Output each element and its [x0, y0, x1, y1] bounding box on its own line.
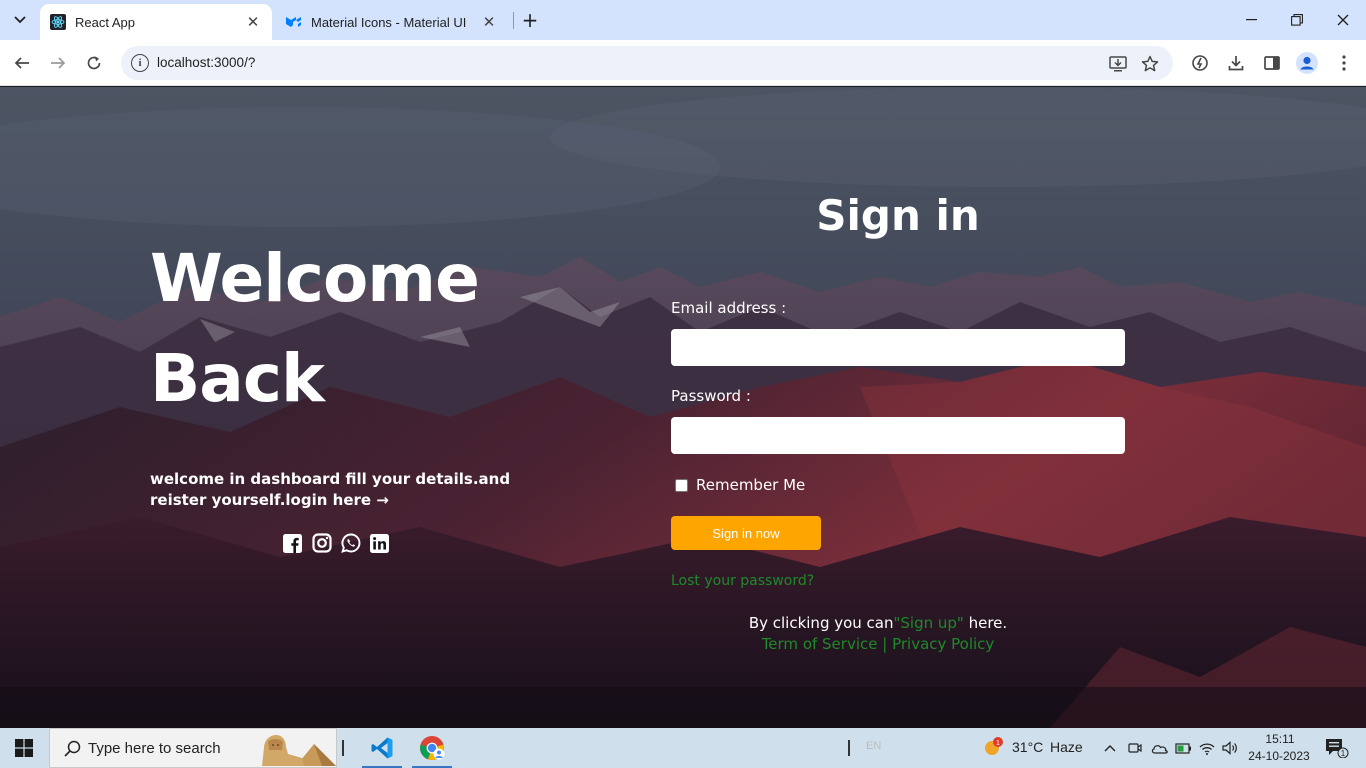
restore-button[interactable] — [1274, 0, 1320, 40]
signin-button[interactable]: Sign in now — [671, 516, 821, 550]
welcome-line-2: Back — [150, 340, 325, 417]
start-button[interactable] — [0, 728, 48, 768]
meet-now-icon[interactable] — [1125, 738, 1145, 758]
tab-separator — [513, 12, 514, 29]
legal-separator: | — [877, 635, 893, 653]
tab-strip: React App ✕ Material Icons - Material UI… — [0, 0, 1366, 40]
profile-button[interactable] — [1293, 49, 1321, 77]
taskbar-divider — [848, 740, 850, 756]
remember-label: Remember Me — [696, 476, 806, 494]
downloads-button[interactable] — [1222, 49, 1250, 77]
search-icon — [62, 738, 82, 758]
site-info-icon[interactable]: i — [131, 54, 149, 72]
weather-condition[interactable]: Haze — [1050, 739, 1083, 755]
bookmark-star-icon[interactable] — [1139, 53, 1161, 75]
clock-time[interactable]: 15:11 — [1260, 732, 1300, 746]
tab-search-button[interactable] — [8, 8, 32, 32]
restore-icon — [1291, 14, 1303, 26]
download-icon — [1228, 56, 1244, 71]
new-tab-button[interactable]: + — [518, 8, 542, 32]
close-window-button[interactable] — [1320, 0, 1366, 40]
avatar-icon — [1296, 52, 1318, 74]
mui-icon — [286, 14, 302, 30]
remember-me[interactable]: Remember Me — [675, 476, 805, 494]
signin-title: Sign in — [816, 191, 980, 240]
chevron-up-icon[interactable] — [1100, 738, 1120, 758]
onedrive-icon[interactable] — [1149, 738, 1169, 758]
weather-icon[interactable]: 1 — [982, 736, 1004, 758]
taskbar-vscode[interactable] — [358, 728, 406, 768]
welcome-heading: Welcome Back — [150, 229, 480, 429]
close-icon[interactable]: ✕ — [480, 13, 498, 31]
clock-date[interactable]: 24-10-2023 — [1246, 749, 1312, 763]
windows-icon — [15, 739, 33, 757]
battery-icon[interactable] — [1173, 738, 1193, 758]
chrome-icon — [420, 736, 445, 760]
forward-button[interactable] — [44, 49, 72, 77]
linkedin-icon[interactable] — [369, 531, 390, 555]
email-field[interactable] — [671, 329, 1125, 366]
kebab-menu-icon — [1342, 55, 1346, 71]
terms-link[interactable]: Term of Service — [762, 635, 878, 653]
password-field[interactable] — [671, 417, 1125, 454]
email-label: Email address : — [671, 299, 787, 317]
privacy-link[interactable]: Privacy Policy — [892, 635, 994, 653]
taskbar: Type here to search EN 1 31°C Haze 15:11… — [0, 728, 1366, 768]
arrow-left-icon — [14, 57, 29, 69]
notification-icon[interactable]: 1 — [1324, 738, 1350, 758]
vscode-icon — [371, 737, 393, 759]
browser-toolbar: i localhost:3000/? — [0, 40, 1366, 86]
weather-badge: 1 — [996, 740, 1000, 747]
menu-button[interactable] — [1330, 49, 1358, 77]
arrow-right-icon — [51, 57, 66, 69]
minimize-icon — [1245, 19, 1257, 21]
chevron-down-icon — [14, 16, 26, 24]
react-icon — [50, 14, 66, 30]
back-button[interactable] — [8, 49, 36, 77]
close-icon — [1337, 14, 1349, 26]
instagram-icon[interactable] — [311, 531, 332, 555]
notification-count: 1 — [1341, 749, 1346, 758]
minimize-button[interactable] — [1228, 0, 1274, 40]
welcome-subtext[interactable]: welcome in dashboard fill your details.a… — [150, 469, 550, 511]
tab-material-icons[interactable]: Material Icons - Material UI ✕ — [276, 4, 508, 40]
facebook-icon[interactable] — [282, 531, 303, 555]
address-bar[interactable]: i localhost:3000/? — [121, 46, 1173, 80]
remember-checkbox[interactable] — [675, 478, 688, 492]
tab-react-app[interactable]: React App ✕ — [40, 4, 272, 40]
lost-password-link[interactable]: Lost your password? — [671, 573, 814, 589]
install-app-icon[interactable] — [1107, 53, 1129, 75]
weather-temp[interactable]: 31°C — [1012, 739, 1043, 755]
legal-links: Term of Service | Privacy Policy — [671, 635, 1085, 653]
signup-suffix: here. — [963, 614, 1008, 632]
side-panel-icon — [1264, 56, 1280, 70]
taskbar-divider — [342, 740, 344, 756]
signup-prefix: By clicking you can — [748, 614, 894, 632]
tab-title: Material Icons - Material UI — [311, 14, 467, 30]
login-page: Welcome Back welcome in dashboard fill y… — [0, 87, 1366, 728]
signup-link[interactable]: "Sign up" — [894, 614, 964, 632]
reload-button[interactable] — [80, 49, 108, 77]
password-label: Password : — [671, 387, 751, 405]
search-placeholder: Type here to search — [88, 739, 221, 757]
url-text: localhost:3000/? — [157, 55, 256, 70]
tab-title: React App — [75, 14, 135, 30]
whatsapp-icon[interactable] — [340, 531, 361, 555]
side-panel-button[interactable] — [1258, 49, 1286, 77]
sphinx-search-highlight-icon — [262, 735, 336, 766]
reload-icon — [87, 56, 101, 70]
social-links — [282, 531, 390, 555]
performance-button[interactable] — [1186, 49, 1214, 77]
wifi-icon[interactable] — [1197, 738, 1217, 758]
close-icon[interactable]: ✕ — [244, 13, 262, 31]
volume-icon[interactable] — [1220, 738, 1240, 758]
welcome-line-1: Welcome — [150, 240, 480, 317]
speed-icon — [1192, 55, 1208, 71]
signup-line: By clicking you can"Sign up" here. — [671, 614, 1085, 632]
input-language[interactable]: EN — [866, 740, 881, 752]
taskbar-chrome[interactable] — [408, 728, 456, 768]
